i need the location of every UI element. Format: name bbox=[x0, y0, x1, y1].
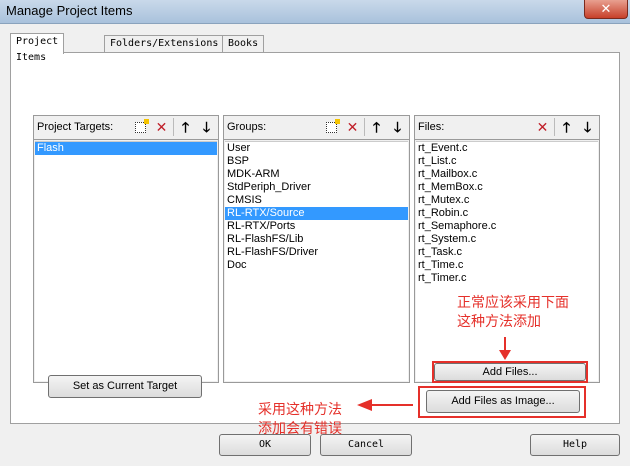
tab-project-items[interactable]: Project Items bbox=[10, 33, 65, 63]
dialog-body: Project Items Folders/Extensions Books P… bbox=[0, 24, 630, 466]
close-icon: ✕ bbox=[600, 1, 612, 16]
window-title: Manage Project Items bbox=[6, 3, 133, 18]
arrow-down-icon bbox=[499, 337, 511, 360]
annotation-arrows bbox=[357, 337, 511, 411]
arrow-left-icon bbox=[357, 399, 413, 411]
title-bar: Manage Project Items ✕ bbox=[0, 0, 630, 24]
close-button[interactable]: ✕ bbox=[584, 0, 628, 19]
